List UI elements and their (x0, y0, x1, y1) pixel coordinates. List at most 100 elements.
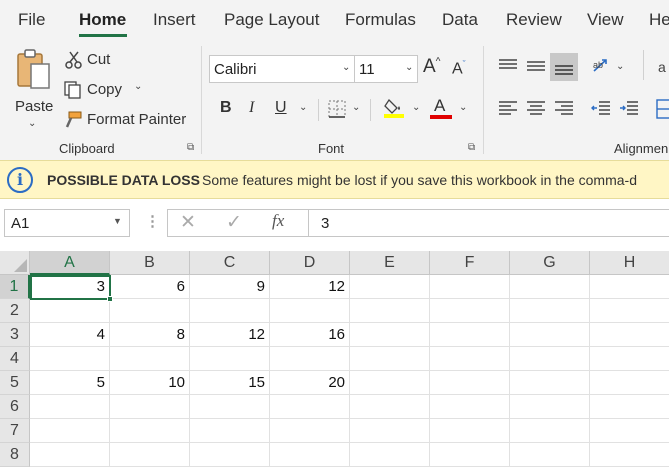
column-header-e[interactable]: E (350, 251, 430, 275)
cell-c8[interactable] (190, 443, 270, 467)
cell-d5[interactable]: 20 (270, 371, 350, 395)
cell-c5[interactable]: 15 (190, 371, 270, 395)
cell-f3[interactable] (430, 323, 510, 347)
cell-e2[interactable] (350, 299, 430, 323)
name-box[interactable]: A1 ▼ (4, 209, 130, 237)
cell-d3[interactable]: 16 (270, 323, 350, 347)
column-header-c[interactable]: C (190, 251, 270, 275)
formula-bar-grip-icon[interactable]: ⋮ (145, 212, 160, 230)
cell-e4[interactable] (350, 347, 430, 371)
cell-g8[interactable] (510, 443, 590, 467)
cell-a4[interactable] (30, 347, 110, 371)
column-header-d[interactable]: D (270, 251, 350, 275)
cell-a1[interactable]: 3 (30, 275, 110, 299)
cell-a6[interactable] (30, 395, 110, 419)
tab-page-layout[interactable]: Page Layout (224, 10, 319, 30)
cell-e5[interactable] (350, 371, 430, 395)
cell-d4[interactable] (270, 347, 350, 371)
cell-d6[interactable] (270, 395, 350, 419)
copy-button[interactable]: Copy ⌄ (62, 80, 146, 102)
middle-align-icon[interactable] (526, 57, 546, 75)
decrease-font-size-icon[interactable]: Aˇ (452, 59, 466, 78)
cell-b7[interactable] (110, 419, 190, 443)
cell-e3[interactable] (350, 323, 430, 347)
insert-function-button[interactable]: fx (272, 211, 284, 231)
cell-h3[interactable] (590, 323, 669, 347)
orientation-dropdown-icon[interactable]: ⌄ (616, 61, 624, 72)
row-header-2[interactable]: 2 (0, 299, 30, 323)
select-all-button[interactable] (0, 251, 30, 275)
tab-formulas[interactable]: Formulas (345, 10, 416, 30)
cell-f1[interactable] (430, 275, 510, 299)
cell-d7[interactable] (270, 419, 350, 443)
copy-dropdown-icon[interactable]: ⌄ (134, 81, 142, 92)
cell-b5[interactable]: 10 (110, 371, 190, 395)
underline-button[interactable]: U (275, 99, 287, 117)
font-size-select[interactable]: 11 ⌄ (354, 55, 418, 83)
cell-f6[interactable] (430, 395, 510, 419)
cell-a3[interactable]: 4 (30, 323, 110, 347)
borders-dropdown-icon[interactable]: ⌄ (352, 102, 360, 113)
row-header-4[interactable]: 4 (0, 347, 30, 371)
cell-h5[interactable] (590, 371, 669, 395)
font-name-select[interactable]: Calibri ⌄ (209, 55, 355, 83)
enter-check-icon[interactable]: ✓ (226, 211, 242, 234)
formula-input[interactable]: 3 (308, 209, 669, 237)
cell-h4[interactable] (590, 347, 669, 371)
cell-e1[interactable] (350, 275, 430, 299)
cell-b4[interactable] (110, 347, 190, 371)
bottom-align-button[interactable] (550, 53, 578, 81)
top-align-icon[interactable] (498, 57, 518, 75)
cell-h2[interactable] (590, 299, 669, 323)
underline-dropdown-icon[interactable]: ⌄ (299, 102, 307, 113)
cell-f5[interactable] (430, 371, 510, 395)
cell-d2[interactable] (270, 299, 350, 323)
merge-center-icon-cropped[interactable] (656, 98, 669, 120)
cell-d8[interactable] (270, 443, 350, 467)
tab-data[interactable]: Data (442, 10, 478, 30)
clipboard-dialog-launcher-icon[interactable]: ⧉ (187, 142, 194, 153)
paste-button[interactable]: Paste ⌄ (10, 46, 56, 129)
column-header-g[interactable]: G (510, 251, 590, 275)
tab-view[interactable]: View (587, 10, 624, 30)
name-box-dropdown-icon[interactable]: ▼ (113, 216, 122, 226)
cell-f8[interactable] (430, 443, 510, 467)
cell-c7[interactable] (190, 419, 270, 443)
cell-a7[interactable] (30, 419, 110, 443)
cell-g6[interactable] (510, 395, 590, 419)
cell-b3[interactable]: 8 (110, 323, 190, 347)
font-color-dropdown-icon[interactable]: ⌄ (459, 102, 467, 113)
cell-h6[interactable] (590, 395, 669, 419)
align-right-icon[interactable] (554, 100, 574, 118)
cell-a8[interactable] (30, 443, 110, 467)
row-header-8[interactable]: 8 (0, 443, 30, 467)
bold-button[interactable]: B (220, 99, 232, 117)
tab-review[interactable]: Review (506, 10, 562, 30)
row-header-5[interactable]: 5 (0, 371, 30, 395)
paste-dropdown-icon[interactable]: ⌄ (28, 118, 36, 129)
tab-home[interactable]: Home (79, 10, 126, 30)
cell-c6[interactable] (190, 395, 270, 419)
cell-c2[interactable] (190, 299, 270, 323)
cell-c3[interactable]: 12 (190, 323, 270, 347)
wrap-text-cropped[interactable]: a (658, 59, 666, 75)
tab-help-cropped[interactable]: He (649, 10, 669, 30)
font-dialog-launcher-icon[interactable]: ⧉ (468, 142, 475, 153)
row-header-6[interactable]: 6 (0, 395, 30, 419)
fill-handle[interactable] (107, 296, 113, 302)
cell-h7[interactable] (590, 419, 669, 443)
row-header-3[interactable]: 3 (0, 323, 30, 347)
cell-g5[interactable] (510, 371, 590, 395)
cell-b6[interactable] (110, 395, 190, 419)
cell-g4[interactable] (510, 347, 590, 371)
cell-h8[interactable] (590, 443, 669, 467)
cell-d1[interactable]: 12 (270, 275, 350, 299)
cell-b8[interactable] (110, 443, 190, 467)
column-header-b[interactable]: B (110, 251, 190, 275)
cell-g3[interactable] (510, 323, 590, 347)
column-header-h[interactable]: H (590, 251, 669, 275)
cell-e7[interactable] (350, 419, 430, 443)
cell-c4[interactable] (190, 347, 270, 371)
italic-button[interactable]: I (249, 99, 254, 117)
increase-indent-icon[interactable] (619, 100, 639, 118)
